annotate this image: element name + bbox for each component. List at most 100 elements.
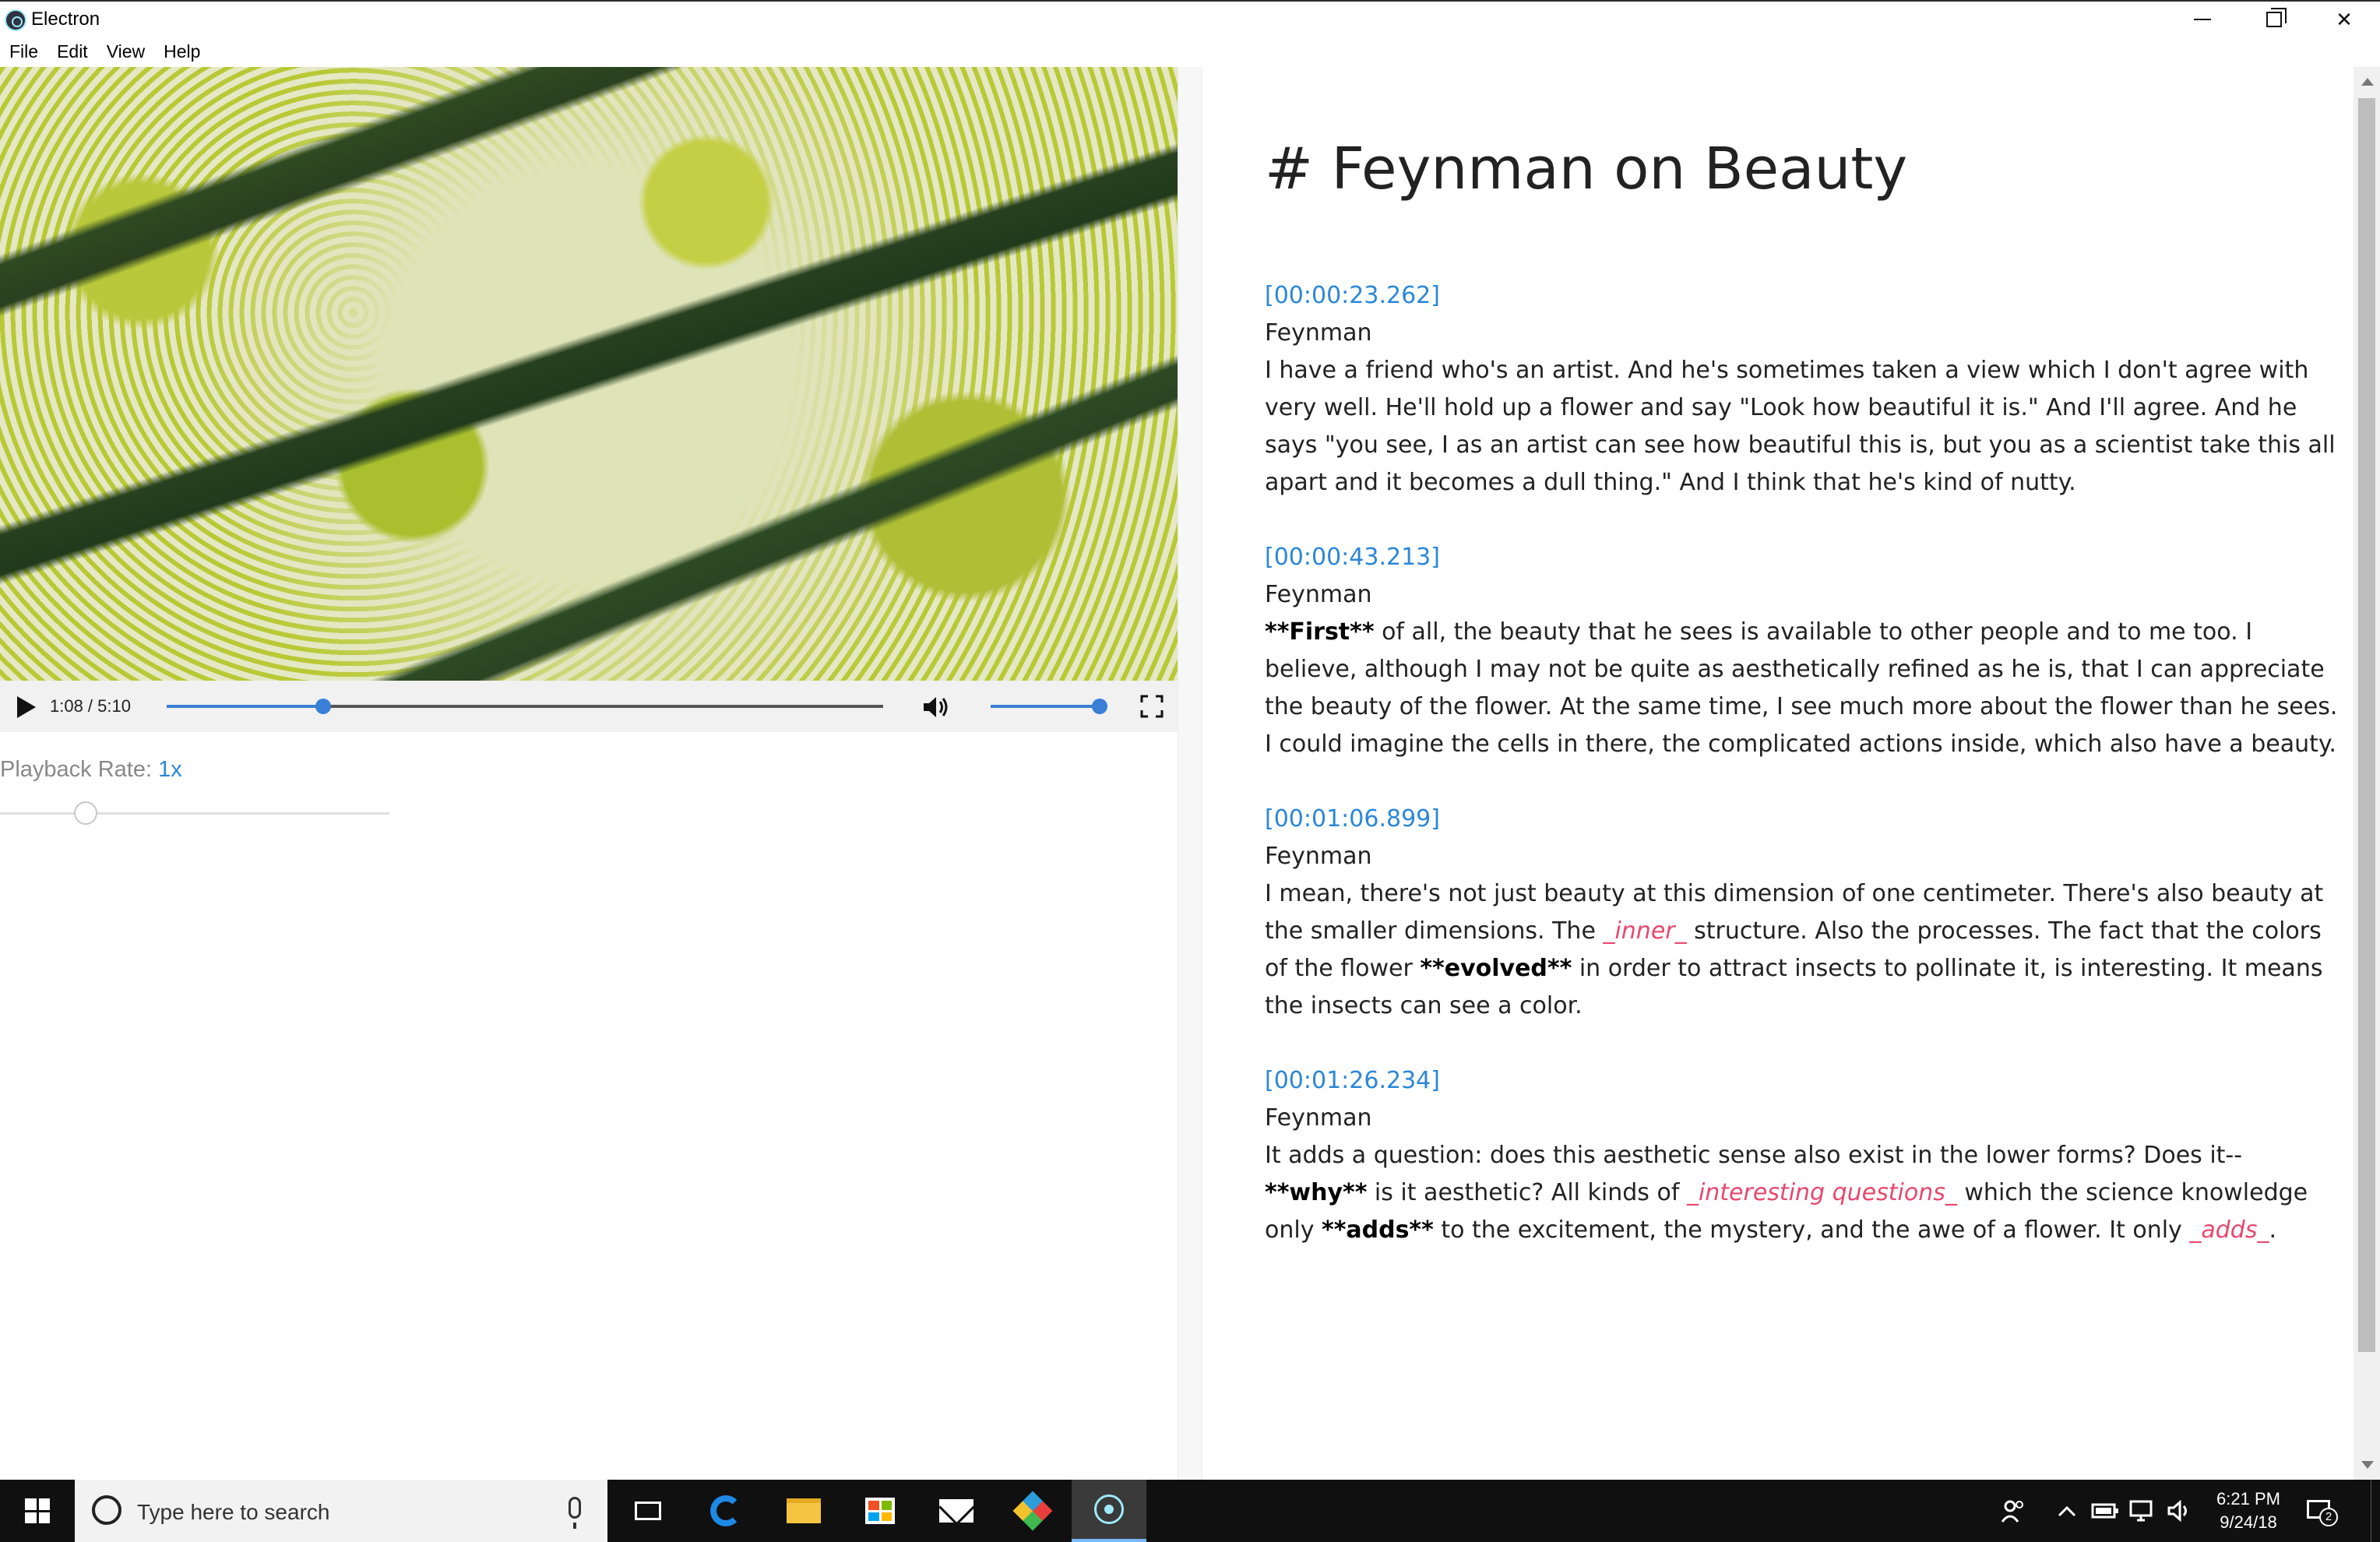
menu-file[interactable]: File bbox=[9, 41, 38, 62]
people-icon[interactable] bbox=[1994, 1480, 2033, 1542]
speaker-name: Feynman bbox=[1265, 319, 1372, 347]
bold-text: **evolved** bbox=[1420, 955, 1572, 982]
task-view-button[interactable] bbox=[611, 1480, 685, 1542]
menu-view[interactable]: View bbox=[107, 41, 145, 62]
transcript-pane: # Feynman on Beauty [00:00:23.262] Feynma… bbox=[1202, 67, 2354, 1480]
bold-text: **First** bbox=[1265, 618, 1375, 646]
text-segment: to the excitement, the mystery, and the … bbox=[1433, 1216, 2190, 1244]
folder-icon bbox=[787, 1498, 821, 1523]
transcript-text: It adds a question: does this aesthetic … bbox=[1265, 1142, 2308, 1244]
scroll-thumb[interactable] bbox=[2358, 98, 2375, 1352]
document-title: # Feynman on Beauty bbox=[1265, 136, 1908, 202]
electron-icon bbox=[1094, 1494, 1124, 1524]
menu-edit[interactable]: Edit bbox=[57, 41, 88, 62]
file-explorer-button[interactable] bbox=[766, 1480, 841, 1542]
bold-text: **why** bbox=[1265, 1179, 1368, 1206]
text-segment: I have a friend who's an artist. And he'… bbox=[1265, 357, 2336, 496]
close-icon: ✕ bbox=[2336, 7, 2353, 31]
electron-taskbar-button[interactable] bbox=[1072, 1480, 1146, 1542]
playback-rate-label: Playback Rate: bbox=[0, 757, 153, 782]
playback-rate-handle[interactable] bbox=[74, 801, 97, 825]
seek-progress bbox=[167, 705, 323, 708]
volume-level bbox=[991, 705, 1100, 708]
restore-icon bbox=[2266, 8, 2287, 27]
mail-icon bbox=[939, 1499, 973, 1523]
notification-count: 2 bbox=[2319, 1508, 2338, 1526]
speaker-name: Feynman bbox=[1265, 843, 1372, 870]
action-center-button[interactable]: 2 bbox=[2305, 1494, 2338, 1526]
seek-bar[interactable] bbox=[167, 699, 883, 714]
text-segment: is it aesthetic? All kinds of bbox=[1367, 1179, 1687, 1206]
emphasis-text: _inner_ bbox=[1603, 917, 1687, 945]
text-segment: It adds a question: does this aesthetic … bbox=[1265, 1142, 2243, 1169]
bold-text: **adds** bbox=[1322, 1216, 1434, 1244]
speaker-name: Feynman bbox=[1265, 581, 1372, 608]
playback-rate-slider[interactable] bbox=[0, 801, 389, 825]
battery-icon[interactable] bbox=[2087, 1480, 2123, 1542]
taskbar: Type here to search 6:21 PM 9/24/18 2 bbox=[0, 1480, 2380, 1542]
volume-slider[interactable] bbox=[991, 699, 1107, 714]
text-segment: . bbox=[2269, 1216, 2276, 1244]
network-icon[interactable] bbox=[2125, 1480, 2160, 1542]
fullscreen-icon[interactable] bbox=[1140, 695, 1164, 718]
timestamp-link[interactable]: [00:00:23.262] bbox=[1265, 277, 2340, 315]
mail-button[interactable] bbox=[919, 1480, 994, 1542]
maximize-button[interactable] bbox=[2238, 2, 2310, 37]
electron-app-icon bbox=[5, 9, 26, 31]
menu-help[interactable]: Help bbox=[164, 41, 200, 62]
minimize-icon bbox=[2194, 19, 2211, 20]
playback-rate: Playback Rate: 1x bbox=[0, 757, 182, 783]
chevron-up-icon[interactable] bbox=[2051, 1480, 2082, 1542]
windows-logo-icon bbox=[25, 1498, 50, 1523]
play-icon[interactable] bbox=[17, 696, 36, 718]
transcript-text: **First** of all, the beauty that he see… bbox=[1265, 618, 2337, 758]
title-bar: Electron ✕ bbox=[0, 0, 2380, 36]
task-view-icon bbox=[635, 1502, 661, 1520]
show-desktop-button[interactable] bbox=[2371, 1480, 2380, 1542]
gitkraken-icon bbox=[1012, 1491, 1053, 1531]
microphone-icon[interactable] bbox=[569, 1497, 581, 1529]
video-frame[interactable] bbox=[0, 67, 1178, 681]
transcript-entry: [00:01:06.899] Feynman I mean, there's not… bbox=[1265, 801, 2340, 1025]
playback-rate-value: 1x bbox=[158, 757, 182, 782]
seek-handle[interactable] bbox=[315, 699, 331, 714]
minimize-button[interactable] bbox=[2167, 2, 2238, 37]
clock-date: 9/24/18 bbox=[2220, 1512, 2277, 1532]
volume-handle[interactable] bbox=[1092, 699, 1107, 714]
clock-time: 6:21 PM bbox=[2216, 1489, 2280, 1509]
volume-icon[interactable] bbox=[922, 695, 950, 720]
emphasis-text: _adds_ bbox=[2189, 1216, 2269, 1244]
time-display: 1:08 / 5:10 bbox=[50, 696, 131, 716]
scroll-up-icon[interactable] bbox=[2361, 78, 2374, 86]
timestamp-link[interactable]: [00:01:26.234] bbox=[1265, 1062, 2340, 1100]
store-icon bbox=[865, 1498, 895, 1524]
text-segment: of all, the beauty that he sees is avail… bbox=[1265, 618, 2338, 758]
transcript-entries: [00:00:23.262] Feynman I have a friend who… bbox=[1265, 277, 2340, 1287]
emphasis-text: _interesting questions_ bbox=[1686, 1179, 1957, 1206]
start-button[interactable] bbox=[0, 1480, 75, 1542]
scroll-down-icon[interactable] bbox=[2361, 1461, 2374, 1469]
menu-bar: File Edit View Help bbox=[0, 36, 2380, 67]
transcript-entry: [00:00:43.213] Feynman **First** of all, t… bbox=[1265, 539, 2340, 763]
taskbar-search[interactable]: Type here to search bbox=[75, 1480, 607, 1542]
window-title: Electron bbox=[31, 9, 100, 30]
edge-icon bbox=[710, 1495, 741, 1526]
search-placeholder: Type here to search bbox=[137, 1500, 330, 1524]
speaker-icon[interactable] bbox=[2162, 1480, 2198, 1542]
transcript-text: I mean, there's not just beauty at this … bbox=[1265, 880, 2323, 1019]
cortana-icon bbox=[92, 1495, 121, 1525]
transcript-text: I have a friend who's an artist. And he'… bbox=[1265, 357, 2336, 496]
transcript-entry: [00:00:23.262] Feynman I have a friend who… bbox=[1265, 277, 2340, 502]
timestamp-link[interactable]: [00:00:43.213] bbox=[1265, 539, 2340, 576]
transcript-entry: [00:01:26.234] Feynman It adds a question:… bbox=[1265, 1062, 2340, 1249]
speaker-name: Feynman bbox=[1265, 1104, 1372, 1132]
system-clock[interactable]: 6:21 PM 9/24/18 bbox=[2198, 1487, 2299, 1534]
store-button[interactable] bbox=[843, 1480, 917, 1542]
edge-button[interactable] bbox=[688, 1480, 763, 1542]
video-controls: 1:08 / 5:10 bbox=[0, 681, 1178, 732]
timestamp-link[interactable]: [00:01:06.899] bbox=[1265, 801, 2340, 838]
gitkraken-button[interactable] bbox=[995, 1480, 1070, 1542]
pane-divider[interactable] bbox=[1178, 67, 1202, 1480]
close-button[interactable]: ✕ bbox=[2308, 2, 2380, 37]
scrollbar[interactable] bbox=[2354, 67, 2380, 1480]
